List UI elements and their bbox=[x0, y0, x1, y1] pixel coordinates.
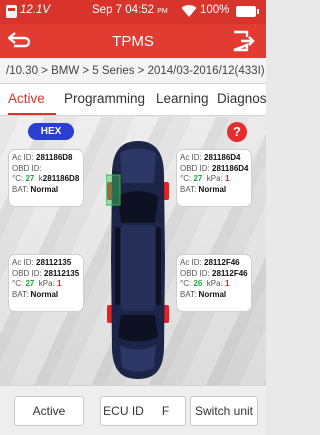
pressure-label: kPa: bbox=[38, 279, 55, 288]
ac-id-value: 281186D4 bbox=[204, 153, 241, 162]
ecu-id-button[interactable]: ECU ID bbox=[100, 396, 146, 426]
obd-id-row: OBD ID: 28112F46 bbox=[180, 269, 248, 280]
switch-unit-button[interactable]: Switch unit bbox=[190, 396, 258, 426]
pressure-value: 1 bbox=[57, 279, 62, 288]
bottom-action-bar: Active ECU ID F Switch unit bbox=[0, 385, 266, 435]
ac-id-value: 28112F46 bbox=[204, 258, 240, 267]
vehicle-icon bbox=[6, 5, 17, 18]
tab-diagnosis[interactable]: Diagnos bbox=[217, 91, 266, 106]
obd-id-label: OBD ID: bbox=[180, 268, 210, 278]
obd-id-row: OBD ID: bbox=[12, 164, 80, 175]
battery-row: BAT: Normal bbox=[12, 185, 80, 196]
pressure-value: 1 bbox=[225, 174, 230, 183]
battery-row: BAT: Normal bbox=[180, 185, 248, 196]
ac-id-label: Ac ID: bbox=[12, 258, 34, 267]
temp-label: °C: bbox=[12, 279, 24, 288]
temp-label: °C: bbox=[180, 279, 192, 288]
f-button[interactable]: F bbox=[146, 396, 186, 426]
tire-card-rear-right[interactable]: Ac ID: 28112F46 OBD ID: 28112F46 °C: 26 … bbox=[176, 254, 252, 312]
battery-voltage: 12.1V bbox=[20, 4, 51, 16]
battery-label: BAT: bbox=[12, 184, 29, 194]
obd-id-value: 28112F46 bbox=[212, 268, 248, 278]
ac-id-label: Ac ID: bbox=[180, 153, 202, 162]
clock-ampm: PM bbox=[157, 8, 168, 15]
obd-id-row: OBD ID: 281186D4 bbox=[180, 163, 249, 175]
help-icon[interactable]: ? bbox=[227, 122, 247, 142]
battery-row: BAT: Normal bbox=[180, 290, 248, 301]
battery-value: Normal bbox=[30, 289, 59, 299]
pressure-value: 1 bbox=[225, 279, 230, 288]
battery-label: BAT: bbox=[180, 184, 197, 194]
clock-time: Sep 7 04:52 bbox=[92, 4, 155, 16]
pressure-label: kPa: bbox=[206, 174, 223, 183]
tab-active[interactable]: Active bbox=[8, 91, 45, 106]
temp-pressure-row: °C: 27 k281186D8 bbox=[12, 174, 80, 185]
ac-id-row: Ac ID: 281186D8 bbox=[12, 153, 80, 164]
ac-id-row: Ac ID: 281186D4 bbox=[180, 153, 248, 164]
battery-value: Normal bbox=[198, 289, 227, 299]
wifi-icon bbox=[181, 5, 197, 18]
temp-pressure-row: °C: 27 kPa: 1 bbox=[12, 279, 80, 290]
temp-value: 26 bbox=[193, 279, 203, 288]
page-title: TPMS bbox=[112, 33, 154, 50]
tire-card-front-right[interactable]: Ac ID: 281186D4 OBD ID: 281186D4 °C: 27 … bbox=[176, 149, 252, 207]
obd-id-label: OBD ID: bbox=[180, 163, 210, 173]
ac-id-label: Ac ID: bbox=[12, 153, 34, 162]
temp-value: 27 bbox=[25, 174, 35, 183]
title-bar: TPMS bbox=[0, 24, 266, 58]
tire-card-rear-left[interactable]: Ac ID: 28112135 OBD ID: 28112135 °C: 27 … bbox=[8, 254, 84, 312]
temp-value: 27 bbox=[25, 279, 35, 288]
ac-id-value: 281186D8 bbox=[36, 153, 73, 162]
ac-id-value: 28112135 bbox=[36, 258, 72, 267]
battery-icon bbox=[236, 6, 259, 17]
status-bar: 12.1V Sep 7 04:52 PM 100% bbox=[0, 0, 266, 24]
ac-id-row: Ac ID: 28112F46 bbox=[180, 258, 248, 269]
temp-label: °C: bbox=[180, 174, 192, 183]
active-tab-indicator bbox=[8, 113, 56, 115]
tab-learning[interactable]: Learning bbox=[156, 91, 209, 106]
clock: Sep 7 04:52 PM bbox=[92, 4, 168, 16]
battery-row: BAT: Normal bbox=[12, 290, 80, 301]
obd-id-label: OBD ID: bbox=[12, 268, 42, 278]
battery-label: BAT: bbox=[180, 289, 197, 299]
vehicle-top-view bbox=[106, 141, 169, 379]
hex-toggle-button[interactable]: HEX bbox=[28, 123, 74, 140]
tab-bar: Active Programming Learning Diagnos bbox=[0, 84, 266, 116]
selected-tire-highlight bbox=[106, 174, 121, 206]
active-button[interactable]: Active bbox=[14, 396, 84, 426]
temp-pressure-row: °C: 27 kPa: 1 bbox=[180, 174, 248, 185]
temp-label: °C: bbox=[12, 174, 24, 183]
obd-id-row: OBD ID: 28112135 bbox=[12, 269, 80, 280]
pressure-label: kPa: bbox=[206, 279, 223, 288]
tire-overview: HEX ? Ac ID: 281186D8 OBD ID: °C: 27 k28… bbox=[0, 117, 266, 385]
obd-id-value: 281186D4 bbox=[212, 163, 249, 173]
obd-id-label: OBD ID: bbox=[12, 163, 42, 173]
temp-pressure-row: °C: 26 kPa: 1 bbox=[180, 279, 248, 290]
ac-id-label: Ac ID: bbox=[180, 258, 202, 267]
tire-card-front-left[interactable]: Ac ID: 281186D8 OBD ID: °C: 27 k281186D8… bbox=[8, 149, 84, 207]
overlapping-id-text: 281186D8 bbox=[42, 174, 80, 183]
battery-value: Normal bbox=[30, 184, 59, 194]
battery-value: Normal bbox=[198, 184, 227, 194]
ac-id-row: Ac ID: 28112135 bbox=[12, 258, 80, 269]
tab-programming[interactable]: Programming bbox=[64, 91, 145, 106]
temp-value: 27 bbox=[193, 174, 203, 183]
obd-id-value: 28112135 bbox=[44, 268, 80, 278]
battery-percent: 100% bbox=[200, 4, 230, 16]
tpms-screen: 12.1V Sep 7 04:52 PM 100% TPMS /10.30 > … bbox=[0, 0, 266, 435]
exit-icon[interactable] bbox=[232, 30, 256, 52]
breadcrumb: /10.30 > BMW > 5 Series > 2014/03-2016/1… bbox=[0, 58, 266, 84]
battery-label: BAT: bbox=[12, 289, 29, 299]
